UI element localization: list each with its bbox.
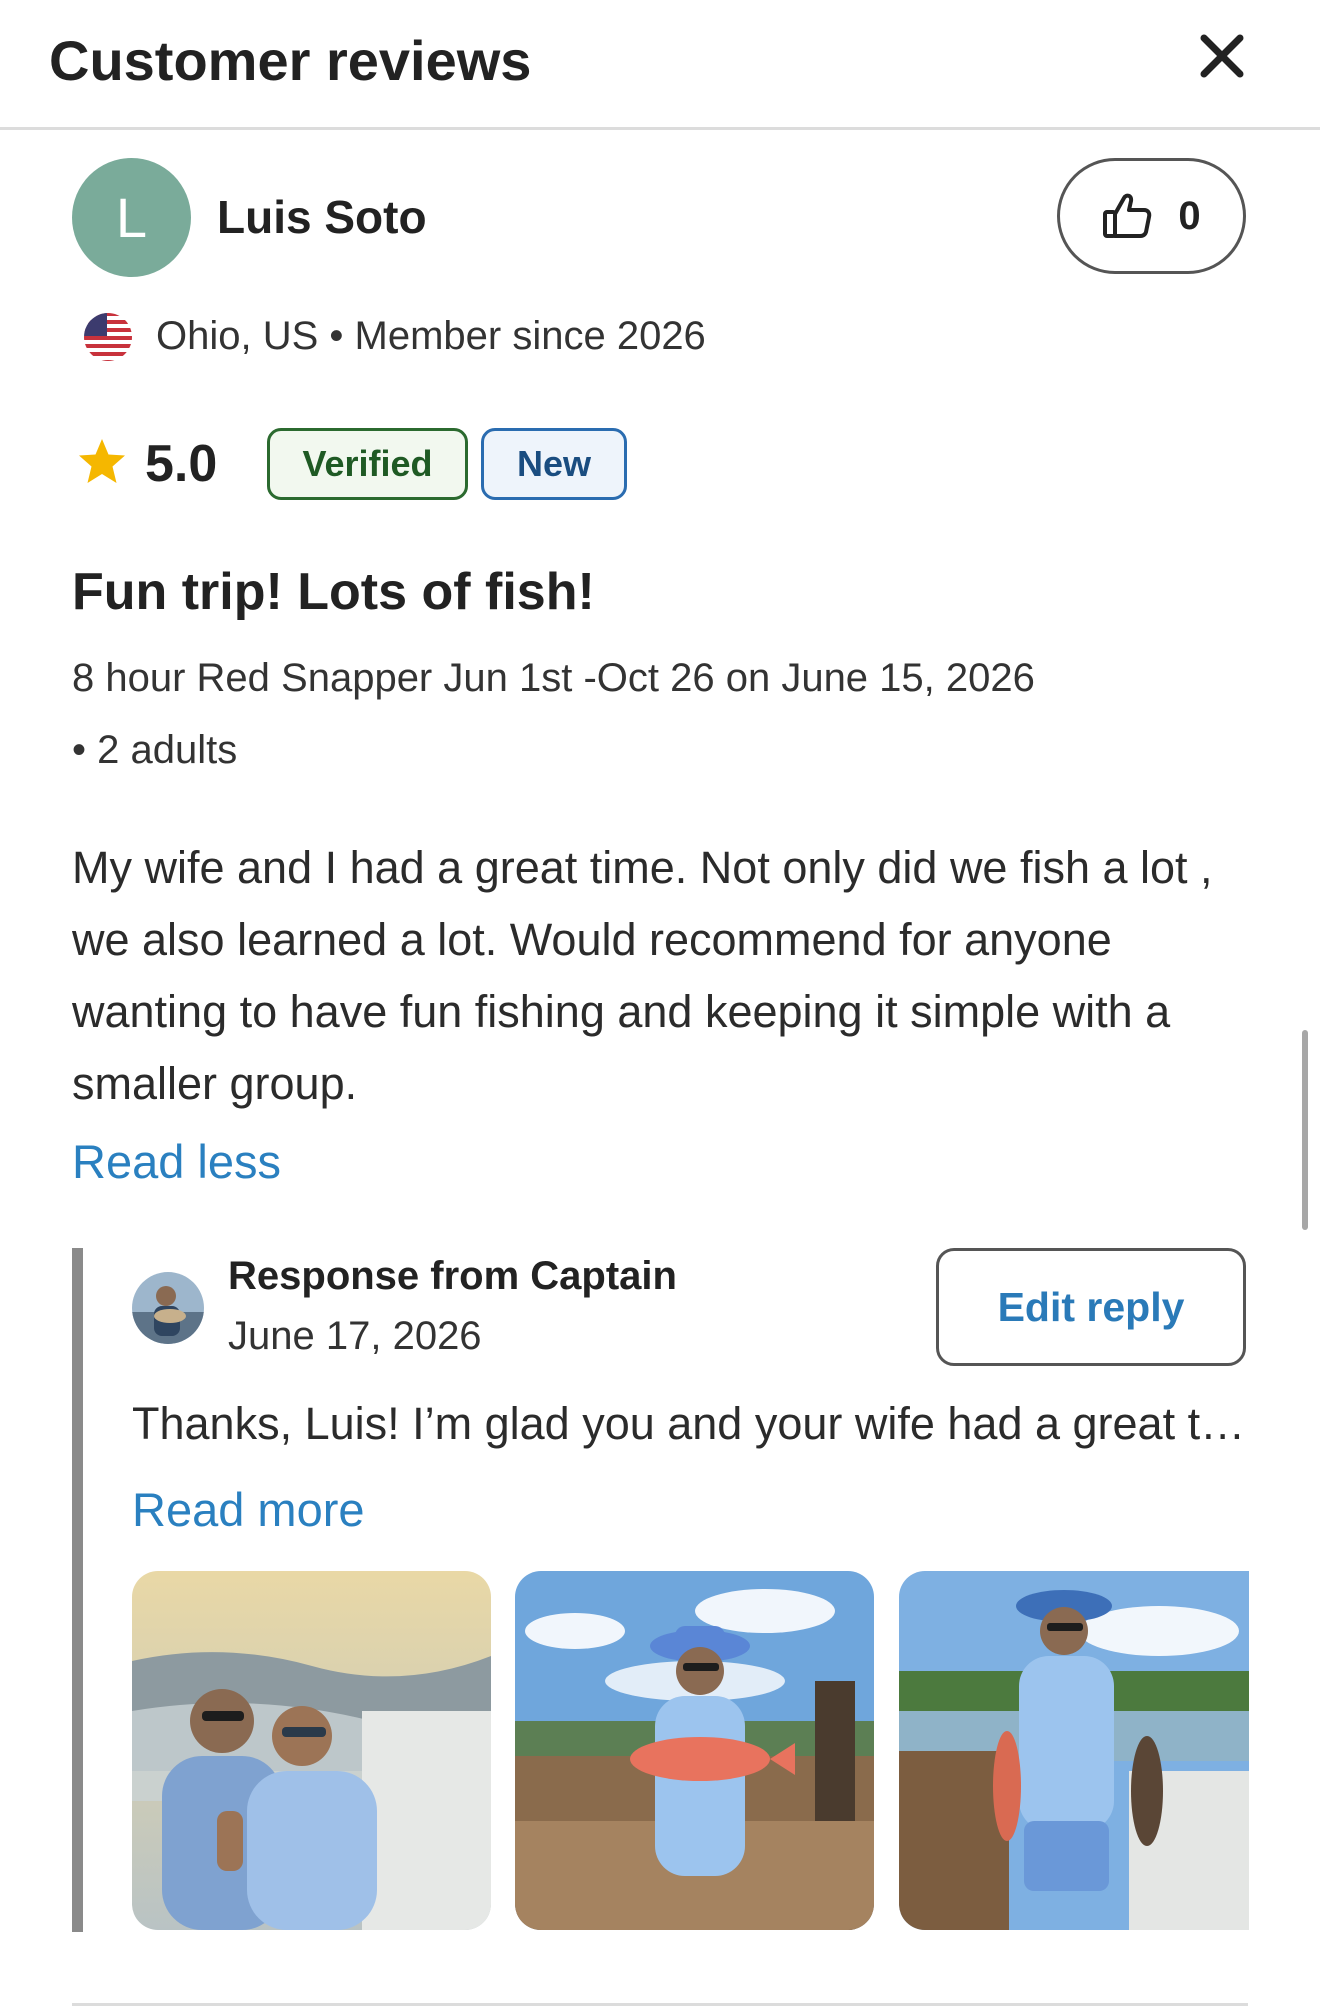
group-size: • 2 adults: [72, 728, 238, 772]
reviewer-avatar: L: [72, 158, 191, 277]
review-title: Fun trip! Lots of fish!: [72, 563, 595, 621]
modal-title: Customer reviews: [49, 29, 532, 92]
response-accent-bar: [72, 1248, 83, 1932]
like-count: 0: [1178, 193, 1201, 238]
us-flag-icon: [83, 312, 133, 362]
review-photo-2[interactable]: [515, 1571, 874, 1930]
rating-value: 5.0: [145, 435, 218, 493]
review-photo-3[interactable]: [899, 1571, 1249, 1930]
review-body: My wife and I had a great time. Not only…: [72, 842, 1213, 1109]
close-icon[interactable]: [1196, 30, 1248, 82]
scrollbar-thumb[interactable]: [1302, 1030, 1308, 1230]
like-button[interactable]: 0: [1057, 158, 1246, 274]
verified-badge: Verified: [267, 428, 468, 500]
response-heading: Response from Captain: [228, 1254, 677, 1298]
star-icon: [76, 436, 128, 488]
read-more-link[interactable]: Read more: [132, 1482, 365, 1537]
edit-reply-button[interactable]: Edit reply: [936, 1248, 1246, 1366]
review-photo-1[interactable]: [132, 1571, 491, 1930]
trip-details: 8 hour Red Snapper Jun 1st -Oct 26 on Ju…: [72, 656, 1035, 700]
response-date: June 17, 2026: [228, 1314, 482, 1358]
modal-header: Customer reviews: [0, 0, 1320, 130]
captain-avatar: [132, 1272, 204, 1344]
response-text: Thanks, Luis! I’m glad you and your wife…: [132, 1398, 1247, 1449]
review-divider: [72, 2003, 1248, 2006]
reviewer-location: Ohio, US • Member since 2026: [156, 314, 706, 358]
thumbs-up-icon: [1103, 193, 1152, 238]
reviewer-name: Luis Soto: [217, 191, 427, 243]
read-less-link[interactable]: Read less: [72, 1134, 281, 1189]
new-badge: New: [481, 428, 627, 500]
